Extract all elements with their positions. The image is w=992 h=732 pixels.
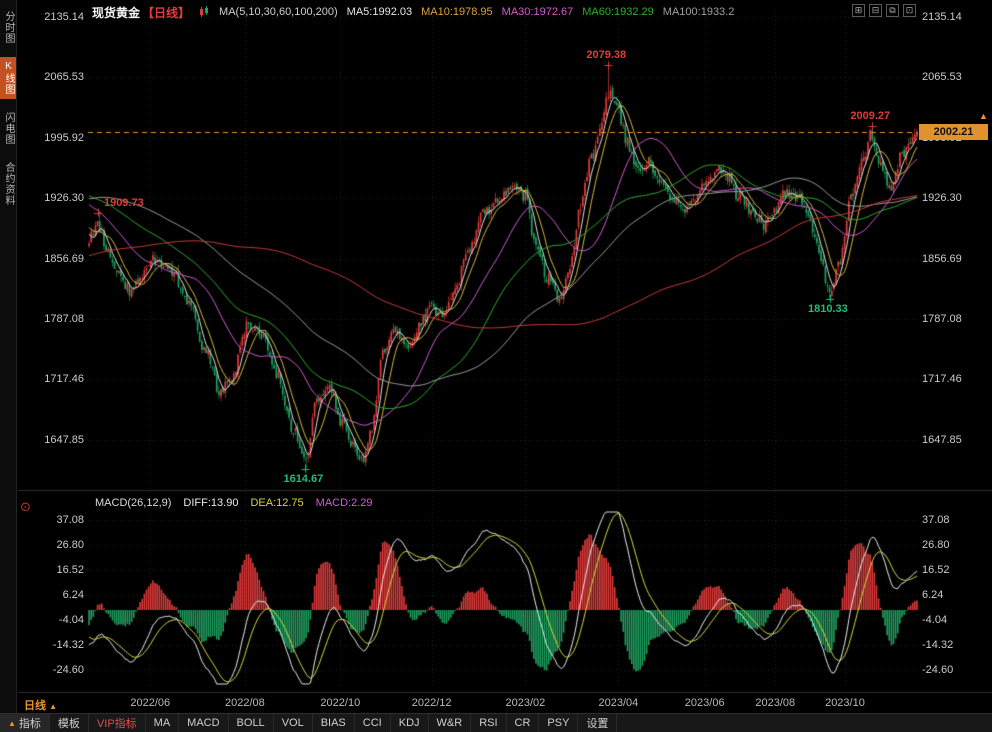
toolbar-item-cr[interactable]: CR	[507, 714, 540, 732]
trading-terminal: 分时图 K线图闪电图合约资料 现货黄金 【日线】 MA(5,10,30,60,10…	[0, 0, 992, 732]
macd-header: MACD(26,12,9) DIFF:13.90 DEA:12.75 MACD:…	[95, 497, 373, 509]
toolbar-item-label: CCI	[363, 717, 382, 729]
ma-values-group: MA5:1992.03 MA10:1978.95 MA30:1972.67 MA60:…	[347, 6, 735, 18]
toolbar-item-label: KDJ	[399, 717, 420, 729]
toolbar-item-ma[interactable]: MA	[146, 714, 180, 732]
toolbar-item-label: 指标	[19, 715, 41, 731]
sidebar-tab-lightning-chart[interactable]: 闪电图	[0, 108, 16, 149]
toolbar-item-label: PSY	[547, 717, 569, 729]
toolbar-item-label: W&R	[437, 717, 463, 729]
ma-value-2: MA10:1978.95	[421, 6, 493, 18]
chart-mode-sidebar: 分时图 K线图闪电图合约资料	[0, 0, 17, 732]
toolbar-item-bias[interactable]: BIAS	[313, 714, 355, 732]
macd-diff-value: DIFF:13.90	[183, 497, 238, 509]
toolbar-item-label: BIAS	[321, 717, 346, 729]
instrument-name: 现货黄金	[92, 4, 140, 21]
toolbar-item-psy[interactable]: PSY	[539, 714, 578, 732]
ma-value-5: MA100:1933.2	[663, 6, 735, 18]
price-chart-canvas[interactable]	[0, 0, 992, 732]
candlestick-icon	[199, 6, 210, 18]
toolbar-item-arrow-icon: ▲	[8, 719, 16, 728]
last-price-tag: 2002.21	[919, 124, 988, 140]
period-tag: 【日线】	[142, 4, 190, 21]
indicator-target-icon[interactable]: ⊙	[20, 499, 31, 515]
toolbar-item-vip-indicators[interactable]: VIP指标	[89, 714, 146, 732]
toolbar-item-indicators[interactable]: ▲指标	[0, 714, 50, 732]
toolbar-item-label: RSI	[479, 717, 497, 729]
quad-grid-layout-icon[interactable]: ⊞	[852, 4, 865, 17]
bottom-toolbar: ▲指标模板VIP指标MAMACDBOLLVOLBIASCCIKDJW&RRSIC…	[0, 713, 992, 732]
ma-value-1: MA5:1992.03	[347, 6, 412, 18]
toolbar-item-template[interactable]: 模板	[50, 714, 89, 732]
toolbar-item-cci[interactable]: CCI	[355, 714, 391, 732]
toolbar-item-label: MA	[154, 717, 171, 729]
toolbar-item-label: VOL	[282, 717, 304, 729]
toolbar-item-label: BOLL	[237, 717, 265, 729]
horizontal-split-layout-icon[interactable]: ⊟	[869, 4, 882, 17]
ma-value-3: MA30:1972.67	[502, 6, 574, 18]
macd-dea-value: DEA:12.75	[250, 497, 303, 509]
toolbar-item-wr[interactable]: W&R	[429, 714, 472, 732]
toolbar-item-label: CR	[515, 717, 531, 729]
toolbar-item-rsi[interactable]: RSI	[471, 714, 506, 732]
chart-header: 现货黄金 【日线】 MA(5,10,30,60,100,200) MA5:199…	[92, 4, 734, 20]
toolbar-item-vol[interactable]: VOL	[274, 714, 313, 732]
macd-group-label: MACD(26,12,9)	[95, 497, 171, 509]
sidebar-tab-kline-chart[interactable]: K线图	[0, 57, 16, 99]
toolbar-item-boll[interactable]: BOLL	[229, 714, 274, 732]
ma-value-4: MA60:1932.29	[582, 6, 654, 18]
axis-period-label[interactable]: 日线 ▲	[24, 697, 57, 713]
toolbar-item-macd[interactable]: MACD	[179, 714, 228, 732]
axis-period-text: 日线	[24, 700, 46, 712]
toolbar-item-settings[interactable]: 设置	[578, 714, 617, 732]
price-up-arrow-icon: ▲	[979, 111, 988, 121]
cascade-windows-icon[interactable]: ⧉	[886, 4, 899, 17]
toolbar-item-label: MACD	[187, 717, 219, 729]
sidebar-tab-time-chart[interactable]: 分时图	[0, 7, 16, 48]
window-layout-icons: ⊞ ⊟ ⧉ ⊡	[852, 4, 916, 17]
macd-value: MACD:2.29	[316, 497, 373, 509]
ma-group-label: MA(5,10,30,60,100,200)	[219, 6, 338, 18]
axis-period-arrow-icon: ▲	[49, 702, 57, 711]
toolbar-item-label: 模板	[58, 715, 80, 731]
sidebar-tab-contract-info[interactable]: 合约资料	[0, 158, 16, 210]
toolbar-item-label: 设置	[586, 715, 608, 731]
toolbar-item-label: VIP指标	[97, 715, 137, 731]
single-window-layout-icon[interactable]: ⊡	[903, 4, 916, 17]
toolbar-item-kdj[interactable]: KDJ	[391, 714, 429, 732]
